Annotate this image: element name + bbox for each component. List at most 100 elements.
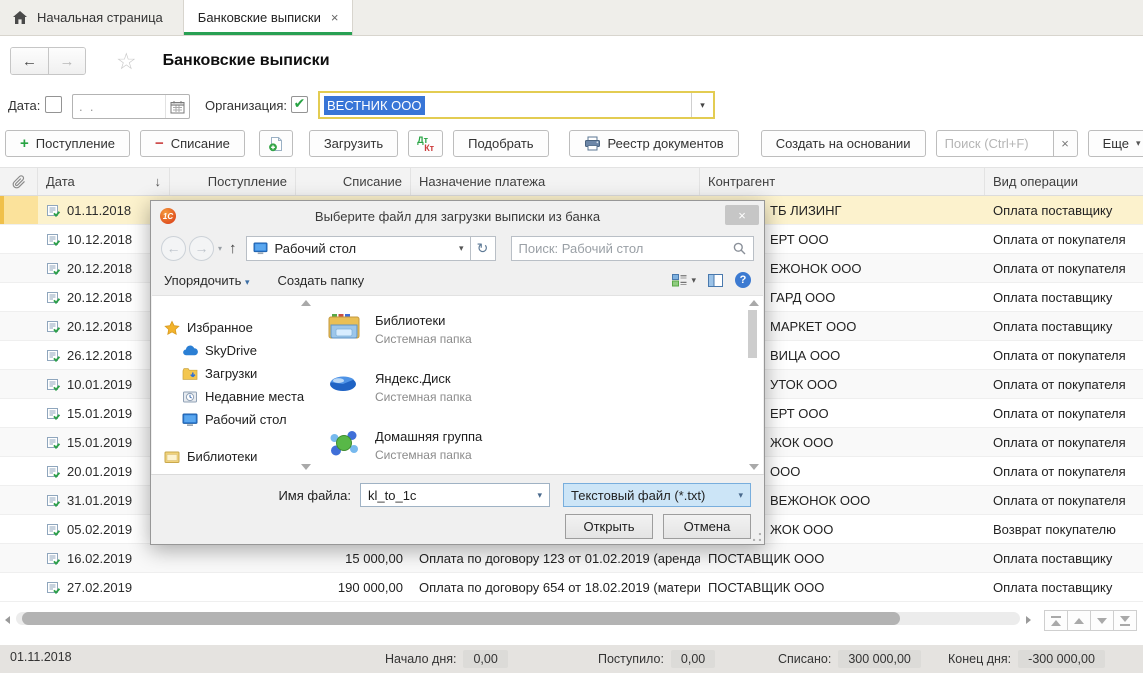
scrollbar-thumb[interactable] xyxy=(748,310,757,358)
column-date[interactable]: Дата↓ xyxy=(38,168,170,195)
up-folder-button[interactable]: ↑ xyxy=(229,240,237,257)
history-dropdown-icon[interactable]: ▾ xyxy=(218,244,222,253)
chevron-down-icon[interactable]: ▾ xyxy=(459,243,464,254)
cell-operation[interactable]: Оплата поставщику xyxy=(985,573,1143,601)
more-button[interactable]: Еще▾ xyxy=(1088,130,1143,157)
sidebar-item[interactable]: SkyDrive xyxy=(152,339,310,362)
help-button[interactable]: ? xyxy=(735,272,751,288)
chevron-down-icon[interactable]: ▾ xyxy=(537,490,542,501)
cell-operation[interactable]: Оплата поставщику xyxy=(985,544,1143,572)
sidebar-item[interactable]: Загрузки xyxy=(152,362,310,385)
cell-operation[interactable]: Оплата от покупателя xyxy=(985,428,1143,456)
filetype-combobox[interactable]: Текстовый файл (*.txt) ▾ xyxy=(563,483,751,507)
column-attachment[interactable] xyxy=(0,168,38,195)
breadcrumb[interactable]: Рабочий стол ▾ xyxy=(246,236,471,261)
cell-incoming[interactable] xyxy=(170,573,296,601)
new-folder-button[interactable]: Создать папку xyxy=(278,273,365,288)
writeoff-button[interactable]: −Списание xyxy=(140,130,245,157)
column-incoming[interactable]: Поступление xyxy=(170,168,296,195)
file-list-scrollbar[interactable] xyxy=(748,300,759,470)
table-row[interactable]: 16.02.2019 15 000,00 Оплата по договору … xyxy=(0,544,1143,573)
sidebar-item[interactable]: Избранное xyxy=(152,316,310,339)
cell-outgoing[interactable]: 190 000,00 xyxy=(296,573,411,601)
file-item[interactable]: Яндекс.Диск Системная папка xyxy=(326,370,763,404)
cell-operation[interactable]: Возврат покупателю xyxy=(985,515,1143,543)
file-item[interactable]: Домашняя группа Системная папка xyxy=(326,428,763,462)
sidebar-scrollbar[interactable] xyxy=(300,300,310,470)
column-purpose[interactable]: Назначение платежа xyxy=(411,168,700,195)
cell-operation[interactable]: Оплата от покупателя xyxy=(985,254,1143,282)
date-filter-checkbox[interactable] xyxy=(45,96,62,113)
go-last-button[interactable] xyxy=(1113,610,1137,631)
table-row[interactable]: 27.02.2019 190 000,00 Оплата по договору… xyxy=(0,573,1143,602)
scroll-up-icon[interactable] xyxy=(749,300,759,306)
cell-purpose[interactable]: Оплата по договору 123 от 01.02.2019 (ар… xyxy=(411,544,700,572)
file-item[interactable]: Библиотеки Системная папка xyxy=(326,312,763,346)
cell-operation[interactable]: Оплата от покупателя xyxy=(985,399,1143,427)
cell-operation[interactable]: Оплата поставщику xyxy=(985,196,1143,224)
dt-kt-button[interactable]: ДтКт xyxy=(408,130,443,157)
cell-incoming[interactable] xyxy=(170,544,296,572)
cell-operation[interactable]: Оплата от покупателя xyxy=(985,370,1143,398)
tab-bank-statements[interactable]: Банковские выписки × xyxy=(183,0,354,35)
receipt-button[interactable]: +Поступление xyxy=(5,130,130,157)
dialog-forward-button[interactable]: → xyxy=(189,236,214,261)
cell-counterparty[interactable]: ПОСТАВЩИК ООО xyxy=(700,544,985,572)
create-document-button[interactable] xyxy=(259,130,293,157)
go-next-button[interactable] xyxy=(1090,610,1114,631)
cell-date[interactable]: 27.02.2019 xyxy=(38,573,170,601)
pick-button[interactable]: Подобрать xyxy=(453,130,548,157)
preview-pane-icon[interactable] xyxy=(708,274,723,287)
column-counterparty[interactable]: Контрагент xyxy=(700,168,985,195)
scrollbar-thumb[interactable] xyxy=(22,612,900,625)
column-outgoing[interactable]: Списание xyxy=(296,168,411,195)
dialog-search-input[interactable] xyxy=(519,241,733,256)
go-first-button[interactable] xyxy=(1044,610,1068,631)
date-input[interactable] xyxy=(73,99,165,114)
calendar-button[interactable] xyxy=(165,95,189,118)
sidebar-item[interactable]: Библиотеки xyxy=(152,445,310,468)
back-button[interactable]: ← xyxy=(11,48,48,74)
cell-operation[interactable]: Оплата от покупателя xyxy=(985,225,1143,253)
refresh-button[interactable]: ↻ xyxy=(471,236,496,261)
search-clear-button[interactable]: × xyxy=(1053,130,1078,157)
favorite-star-icon[interactable]: ☆ xyxy=(116,48,137,75)
cell-counterparty[interactable]: ПОСТАВЩИК ООО xyxy=(700,573,985,601)
cell-outgoing[interactable]: 15 000,00 xyxy=(296,544,411,572)
go-prev-button[interactable] xyxy=(1067,610,1091,631)
sidebar-item[interactable]: Рабочий стол xyxy=(152,408,310,431)
scroll-down-icon[interactable] xyxy=(749,464,759,470)
cell-operation[interactable]: Оплата от покупателя xyxy=(985,486,1143,514)
chevron-down-icon: ▾ xyxy=(691,275,696,286)
scroll-left-icon[interactable] xyxy=(5,616,10,624)
forward-button[interactable]: → xyxy=(48,48,85,74)
cell-date[interactable]: 16.02.2019 xyxy=(38,544,170,572)
dialog-title-bar[interactable]: 1С Выберите файл для загрузки выписки из… xyxy=(151,201,764,231)
cell-operation[interactable]: Оплата от покупателя xyxy=(985,457,1143,485)
cancel-button[interactable]: Отмена xyxy=(663,514,751,539)
org-filter-checkbox[interactable]: ✔ xyxy=(291,96,308,113)
tab-home-page[interactable]: Начальная страница xyxy=(0,0,183,35)
scroll-right-icon[interactable] xyxy=(1026,616,1031,624)
load-button[interactable]: Загрузить xyxy=(309,130,398,157)
view-mode-button[interactable]: ▾ xyxy=(672,274,696,287)
tab-close-icon[interactable]: × xyxy=(331,11,339,24)
filename-combobox[interactable]: kl_to_1c ▾ xyxy=(360,483,550,507)
org-dropdown-button[interactable]: ▾ xyxy=(691,93,713,117)
sidebar-item[interactable]: Недавние места xyxy=(152,385,310,408)
cell-purpose[interactable]: Оплата по договору 654 от 18.02.2019 (ма… xyxy=(411,573,700,601)
search-input[interactable] xyxy=(936,130,1054,157)
registry-button[interactable]: Реестр документов xyxy=(569,130,739,157)
dialog-close-button[interactable]: × xyxy=(725,205,759,225)
dialog-back-button[interactable]: ← xyxy=(161,236,186,261)
cell-operation[interactable]: Оплата поставщику xyxy=(985,283,1143,311)
open-button[interactable]: Открыть xyxy=(565,514,653,539)
org-input[interactable]: ВЕСТНИК ООО ▾ xyxy=(318,91,715,119)
chevron-down-icon[interactable]: ▾ xyxy=(738,490,743,501)
create-based-on-button[interactable]: Создать на основании xyxy=(761,130,926,157)
cell-operation[interactable]: Оплата от покупателя xyxy=(985,341,1143,369)
cell-operation[interactable]: Оплата поставщику xyxy=(985,312,1143,340)
resize-grip[interactable] xyxy=(753,533,761,541)
column-operation[interactable]: Вид операции xyxy=(985,168,1143,195)
organize-button[interactable]: Упорядочить ▾ xyxy=(164,273,250,288)
